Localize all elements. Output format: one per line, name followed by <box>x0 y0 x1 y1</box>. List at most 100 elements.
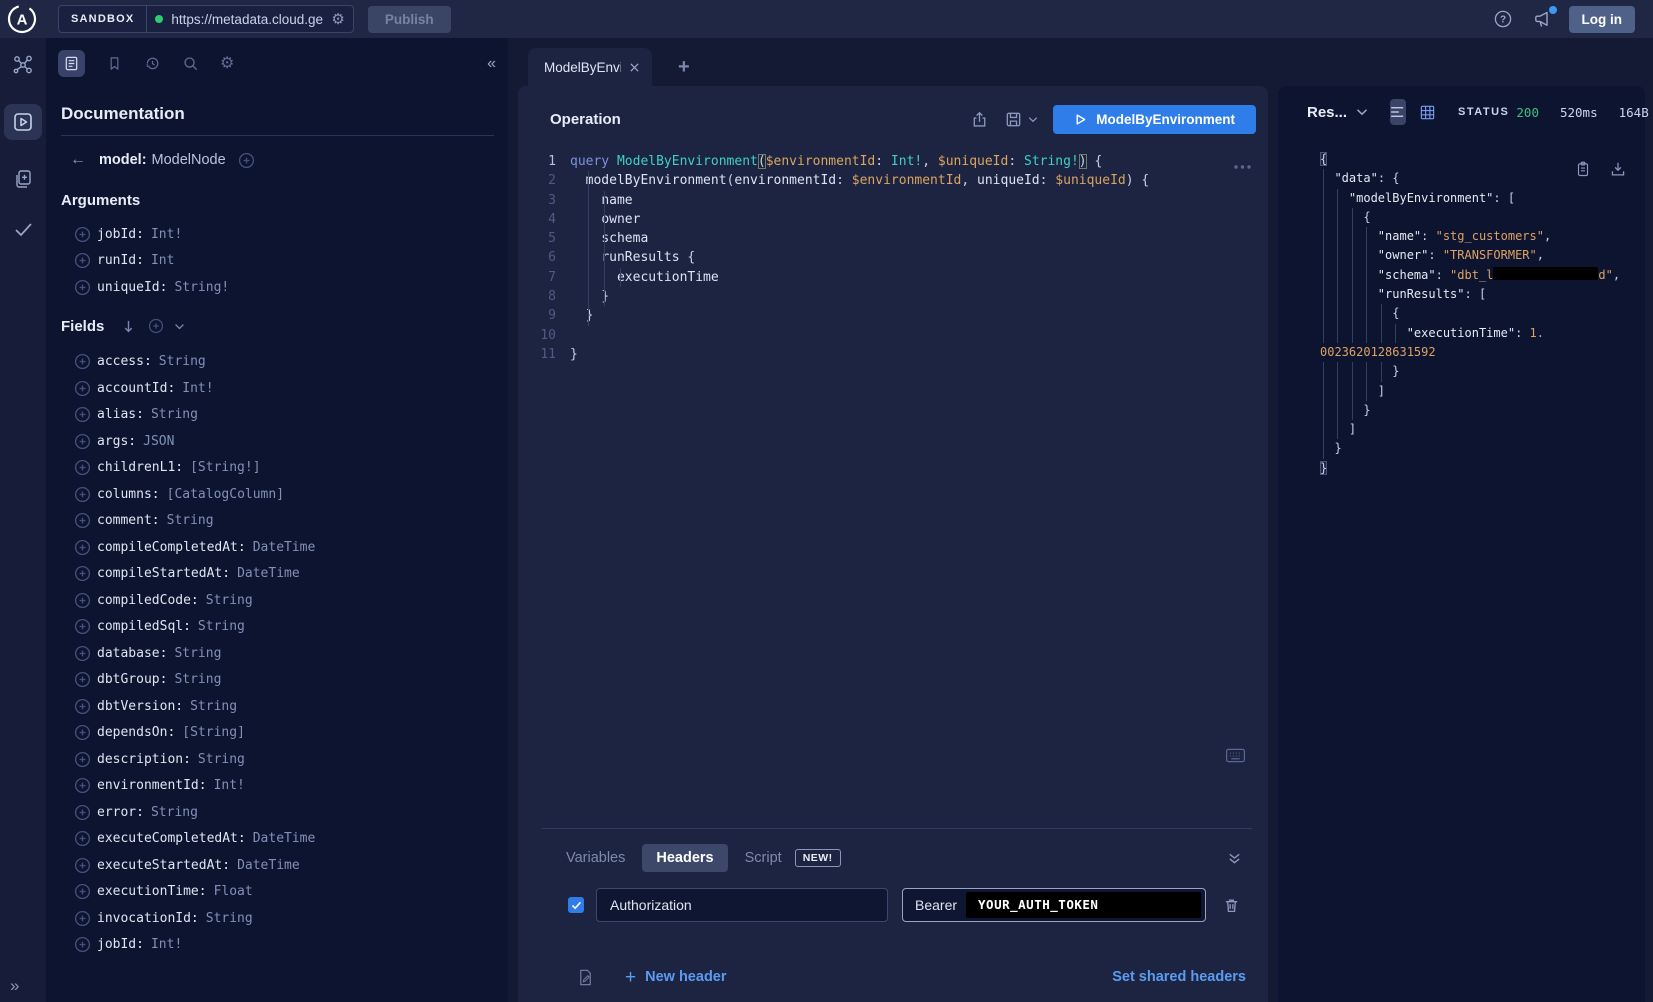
close-tab-icon[interactable] <box>629 62 640 73</box>
field-name[interactable]: jobId: <box>97 227 144 242</box>
field-type[interactable]: Int! <box>151 937 182 952</box>
code-line[interactable]: 11 } <box>518 345 1268 364</box>
help-icon[interactable]: ? <box>1493 9 1513 29</box>
field-type[interactable]: String <box>174 646 221 661</box>
field-name[interactable]: dbtVersion: <box>97 699 183 714</box>
field-name[interactable]: uniqueId: <box>97 280 167 295</box>
add-field-icon[interactable] <box>74 353 91 370</box>
operation-collection-icon[interactable] <box>12 168 34 190</box>
field-name[interactable]: compileCompletedAt: <box>97 540 246 555</box>
field-type[interactable]: String <box>190 699 237 714</box>
field-type[interactable]: String <box>206 911 253 926</box>
back-arrow-icon[interactable]: ← <box>70 151 86 169</box>
sort-fields-icon[interactable] <box>122 319 135 334</box>
header-enabled-checkbox[interactable] <box>568 897 584 913</box>
new-tab-icon[interactable]: + <box>678 56 690 79</box>
field-type[interactable]: DateTime <box>253 831 316 846</box>
add-field-icon[interactable] <box>74 486 91 503</box>
field-type[interactable]: [String!] <box>190 460 260 475</box>
code-line[interactable]: 7 executionTime <box>518 268 1268 287</box>
field-type[interactable]: String <box>159 354 206 369</box>
tab-headers[interactable]: Headers <box>642 844 727 872</box>
editor-menu-dots-icon[interactable] <box>1233 164 1252 170</box>
add-field-icon[interactable] <box>74 433 91 450</box>
schema-graph-icon[interactable] <box>12 54 34 76</box>
tab-script[interactable]: Script <box>745 850 782 866</box>
add-field-icon[interactable] <box>74 724 91 741</box>
field-type[interactable]: [CatalogColumn] <box>167 487 284 502</box>
add-field-icon[interactable] <box>74 279 91 296</box>
settings-gear-icon[interactable]: ⚙ <box>220 56 234 72</box>
query-editor[interactable]: 1 query ModelByEnvironment($environmentI… <box>518 152 1268 364</box>
announcements-megaphone-icon[interactable] <box>1533 9 1553 29</box>
field-name[interactable]: environmentId: <box>97 778 207 793</box>
field-name[interactable]: error: <box>97 805 144 820</box>
field-name[interactable]: childrenL1: <box>97 460 183 475</box>
add-field-icon[interactable] <box>74 459 91 476</box>
download-response-icon[interactable] <box>1609 160 1627 178</box>
code-line[interactable]: 3 name <box>518 191 1268 210</box>
endpoint-url-input[interactable]: https://metadata.cloud.get ⚙ <box>147 6 352 32</box>
field-type[interactable]: Int <box>151 253 174 268</box>
history-icon[interactable] <box>144 55 161 72</box>
copy-response-icon[interactable] <box>1574 160 1592 178</box>
code-line[interactable]: 8 } <box>518 287 1268 306</box>
add-field-icon[interactable] <box>74 512 91 529</box>
add-field-icon[interactable] <box>74 618 91 635</box>
field-type[interactable]: Float <box>214 884 253 899</box>
code-line[interactable]: 2 modelByEnvironment(environmentId: $env… <box>518 171 1268 190</box>
header-value-input[interactable]: Bearer YOUR_AUTH_TOKEN <box>902 888 1206 922</box>
checklist-icon[interactable] <box>12 218 34 240</box>
code-line[interactable]: 10 <box>518 326 1268 345</box>
add-field-icon[interactable] <box>74 252 91 269</box>
response-title[interactable]: Res... <box>1307 104 1347 121</box>
add-field-icon[interactable] <box>74 698 91 715</box>
add-field-icon[interactable] <box>74 910 91 927</box>
collapse-docs-icon[interactable]: « <box>487 55 494 73</box>
explorer-nav-item[interactable] <box>4 104 42 140</box>
add-field-icon[interactable] <box>74 380 91 397</box>
tab-variables[interactable]: Variables <box>566 850 625 866</box>
field-name[interactable]: executionTime: <box>97 884 207 899</box>
field-name[interactable]: invocationId: <box>97 911 199 926</box>
field-type[interactable]: DateTime <box>237 858 300 873</box>
publish-button[interactable]: Publish <box>368 6 451 33</box>
add-field-icon[interactable] <box>74 883 91 900</box>
field-name[interactable]: args: <box>97 434 136 449</box>
field-type[interactable]: String <box>174 672 221 687</box>
add-field-icon[interactable] <box>74 751 91 768</box>
field-type[interactable]: Int! <box>151 227 182 242</box>
field-name[interactable]: accountId: <box>97 381 175 396</box>
field-type[interactable]: DateTime <box>253 540 316 555</box>
field-type[interactable]: [String] <box>182 725 245 740</box>
add-field-icon[interactable] <box>74 777 91 794</box>
add-field-icon[interactable] <box>74 565 91 582</box>
field-name[interactable]: alias: <box>97 407 144 422</box>
field-type[interactable]: String <box>151 407 198 422</box>
add-field-icon[interactable] <box>74 857 91 874</box>
field-name[interactable]: compileStartedAt: <box>97 566 230 581</box>
field-type[interactable]: String <box>206 593 253 608</box>
expand-rail-icon[interactable]: » <box>10 976 19 996</box>
field-type[interactable]: Int! <box>214 778 245 793</box>
delete-header-icon[interactable] <box>1222 896 1241 915</box>
new-header-button[interactable]: + New header <box>625 968 727 987</box>
code-line[interactable]: 5 schema <box>518 229 1268 248</box>
add-field-icon[interactable] <box>74 406 91 423</box>
bookmarks-icon[interactable] <box>106 55 123 72</box>
raw-view-toggle-icon[interactable] <box>1390 99 1406 125</box>
field-name[interactable]: comment: <box>97 513 160 528</box>
field-type[interactable]: String <box>167 513 214 528</box>
field-name[interactable]: jobId: <box>97 937 144 952</box>
code-line[interactable]: 6 runResults { <box>518 248 1268 267</box>
add-field-icon[interactable] <box>74 936 91 953</box>
field-type[interactable]: String <box>151 805 198 820</box>
save-dropdown-chevron-icon[interactable] <box>1028 116 1038 123</box>
add-field-icon[interactable] <box>74 539 91 556</box>
add-type-icon[interactable] <box>238 152 255 169</box>
endpoint-settings-gear-icon[interactable]: ⚙ <box>331 12 344 27</box>
field-name[interactable]: compiledSql: <box>97 619 191 634</box>
chevron-down-icon[interactable] <box>174 323 185 330</box>
documentation-tab-icon[interactable] <box>58 50 85 77</box>
breadcrumb-type[interactable]: ModelNode <box>152 152 226 168</box>
